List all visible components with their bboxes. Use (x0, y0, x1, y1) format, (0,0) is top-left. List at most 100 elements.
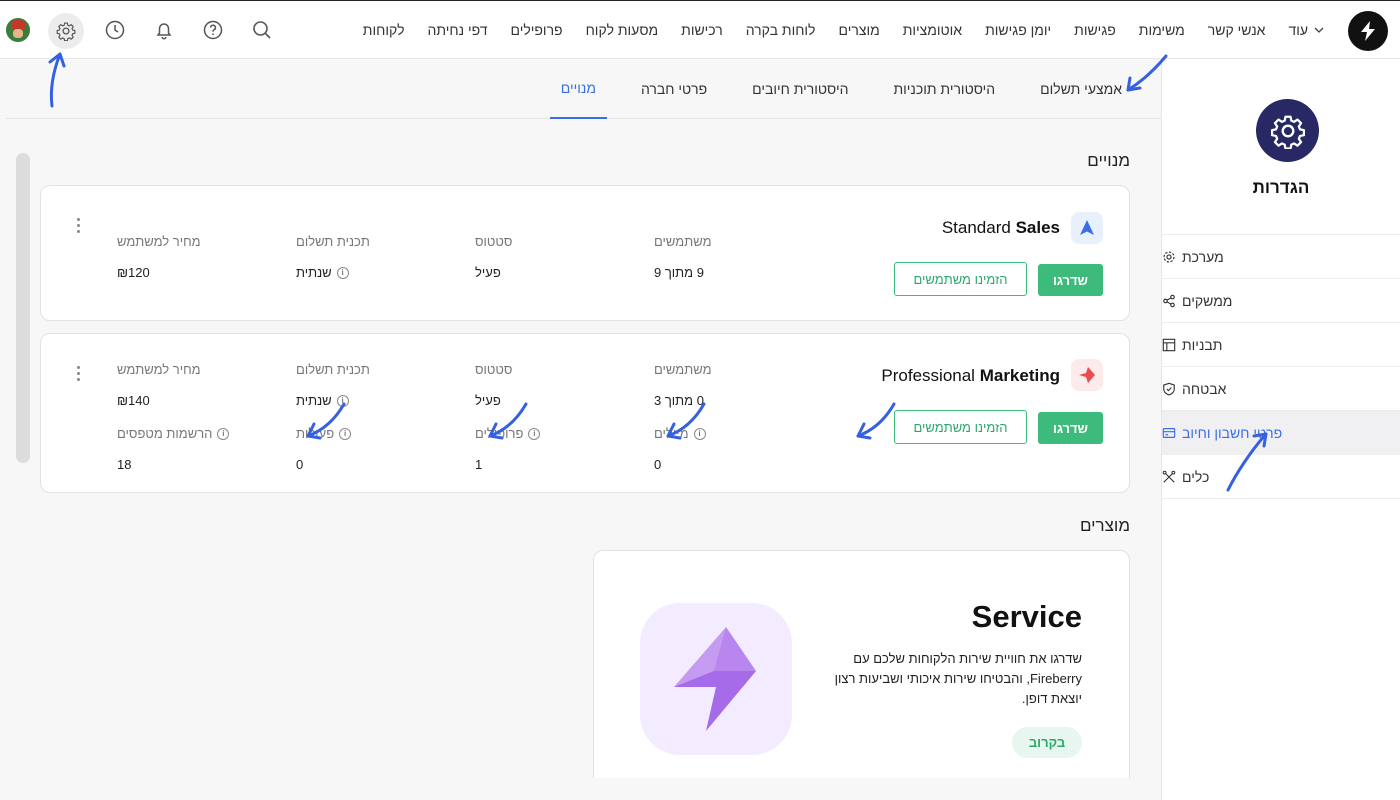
info-icon[interactable]: i (528, 427, 541, 440)
field-value: פעיל (475, 393, 501, 408)
tab-company-details[interactable]: פרטי חברה (630, 59, 718, 119)
tab-plan-history[interactable]: היסטורית תוכניות (882, 59, 1006, 119)
field-label: משתמשים (654, 362, 712, 377)
invite-users-button[interactable]: הזמינו משתמשים (894, 262, 1027, 296)
scrollbar[interactable] (16, 153, 30, 463)
info-icon[interactable]: i (336, 394, 349, 407)
help-icon[interactable] (200, 17, 226, 43)
field-status: סטטוס פעיל (475, 234, 655, 280)
tools-icon (1162, 470, 1176, 483)
upgrade-button[interactable]: שדרגו (1038, 264, 1103, 296)
field-status: סטטוס פעיל (475, 362, 655, 408)
top-navbar: לקוחות דפי נחיתה פרופילים מסעות לקוח רכי… (0, 0, 1400, 59)
tab-billing-history[interactable]: היסטורית חיובים (741, 59, 859, 119)
nav-item-profiles[interactable]: פרופילים (510, 22, 562, 38)
gear-icon (56, 22, 76, 41)
nav-more-menu[interactable]: עוד (1288, 22, 1324, 38)
card-icon (1162, 428, 1176, 438)
sidebar-item-templates[interactable]: תבניות (1162, 323, 1400, 367)
tab-payment-methods[interactable]: אמצעי תשלום (1029, 59, 1133, 119)
chevron-down-icon (1314, 27, 1324, 33)
sidebar-item-integrations[interactable]: ממשקים (1162, 279, 1400, 323)
field-label: מחיר למשתמש (117, 362, 201, 377)
product-card-service: Service שדרגו את חוויית שירות הלקוחות של… (593, 550, 1130, 778)
settings-sidebar: הגדרות מערכת ממשקים תבניות אבטחה פרטי חש… (1161, 59, 1400, 800)
subscription-name: Professional Marketing (881, 366, 1060, 385)
field-value: שנתית (296, 393, 332, 408)
subscription-card-marketing: Professional Marketing שדרגו הזמינו משתמ… (40, 333, 1130, 493)
search-icon[interactable] (249, 17, 275, 43)
layout-icon (1162, 338, 1176, 351)
sidebar-item-label: כלים (1182, 468, 1210, 485)
usage-profiles: פרופילים i 1 (475, 426, 655, 472)
usage-value: 18 (117, 457, 132, 472)
sidebar-item-account-billing[interactable]: פרטי חשבון וחיוב (1162, 411, 1400, 455)
usage-label-row: פרופילים i (475, 426, 655, 441)
field-label: תכנית תשלום (296, 234, 370, 249)
bell-icon[interactable] (151, 17, 177, 43)
usage-emails: מיילים i 0 (654, 426, 834, 472)
nav-item-tasks[interactable]: משימות (1139, 22, 1185, 38)
field-users: משתמשים 0 מתוך 3 (654, 362, 834, 408)
subscription-name: Standard Sales (941, 218, 1060, 237)
nav-item-meetings[interactable]: פגישות (1074, 22, 1116, 38)
settings-title: הגדרות (1252, 178, 1310, 197)
field-value: ₪140 (117, 393, 150, 408)
product-description: שדרגו את חוויית שירות הלקוחות שלכם עם Fi… (834, 651, 1082, 706)
tab-subscriptions[interactable]: מנויים (549, 59, 607, 119)
marketing-icon (1071, 359, 1103, 391)
main-nav: לקוחות דפי נחיתה פרופילים מסעות לקוח רכי… (363, 1, 1324, 59)
sidebar-item-tools[interactable]: כלים (1162, 455, 1400, 499)
nav-item-purchases[interactable]: רכישות (681, 22, 723, 38)
nav-item-automations[interactable]: אוטומציות (903, 22, 962, 38)
shield-icon (1163, 382, 1175, 396)
field-value: 9 מתוך 9 (654, 265, 704, 280)
field-value-row: שנתית i (296, 393, 476, 408)
info-icon[interactable]: i (336, 266, 349, 279)
sidebar-item-label: ממשקים (1182, 292, 1233, 309)
field-payment-plan: תכנית תשלום שנתית i (296, 362, 476, 408)
more-options-icon[interactable] (75, 218, 81, 233)
gear-icon (1270, 115, 1305, 149)
upgrade-button[interactable]: שדרגו (1038, 412, 1103, 444)
user-avatar[interactable] (6, 18, 30, 42)
info-icon[interactable]: i (339, 427, 352, 440)
info-icon[interactable]: i (217, 427, 230, 440)
sidebar-item-system[interactable]: מערכת (1162, 235, 1400, 279)
settings-menu: מערכת ממשקים תבניות אבטחה פרטי חשבון וחי… (1162, 234, 1400, 499)
usage-value: 0 (296, 457, 304, 472)
lightning-icon (640, 603, 792, 755)
more-options-icon[interactable] (75, 366, 81, 381)
usage-form-signups: הרשמות מטפסים i 18 (117, 426, 297, 472)
field-users: משתמשים 9 מתוך 9 (654, 234, 834, 280)
usage-label-row: פעולות i (296, 426, 476, 441)
subscription-card-sales: Standard Sales שדרגו הזמינו משתמשים משתמ… (40, 185, 1130, 321)
nav-item-contacts[interactable]: אנשי קשר (1208, 22, 1266, 38)
invite-users-button[interactable]: הזמינו משתמשים (894, 410, 1027, 444)
field-label: משתמשים (654, 234, 712, 249)
usage-label: הרשמות מטפסים (117, 426, 213, 441)
usage-label: פעולות (296, 426, 335, 441)
avatar-face (13, 29, 23, 38)
nav-item-customer-journeys[interactable]: מסעות לקוח (586, 22, 659, 38)
info-icon[interactable]: i (693, 427, 706, 440)
products-heading: מוצרים (1079, 516, 1130, 535)
fireberry-logo[interactable] (1348, 11, 1388, 51)
nav-item-products[interactable]: מוצרים (838, 22, 879, 38)
product-title: Service (971, 599, 1082, 634)
history-clock-icon[interactable] (102, 17, 128, 43)
coming-soon-badge: בקרוב (1012, 727, 1082, 758)
nav-item-landing-pages[interactable]: דפי נחיתה (428, 22, 488, 38)
field-value: ₪120 (117, 265, 150, 280)
nav-item-dashboards[interactable]: לוחות בקרה (746, 22, 816, 38)
nav-item-customers[interactable]: לקוחות (363, 22, 405, 38)
field-label: מחיר למשתמש (117, 234, 201, 249)
sidebar-item-label: תבניות (1182, 336, 1223, 353)
settings-gear-button[interactable] (48, 13, 84, 49)
sidebar-item-security[interactable]: אבטחה (1162, 367, 1400, 411)
field-payment-plan: תכנית תשלום שנתית i (296, 234, 476, 280)
share-icon (1163, 294, 1175, 307)
nav-item-meeting-calendar[interactable]: יומן פגישות (985, 22, 1051, 38)
field-value-row: שנתית i (296, 265, 476, 280)
field-price-per-user: מחיר למשתמש ₪140 (117, 362, 297, 408)
